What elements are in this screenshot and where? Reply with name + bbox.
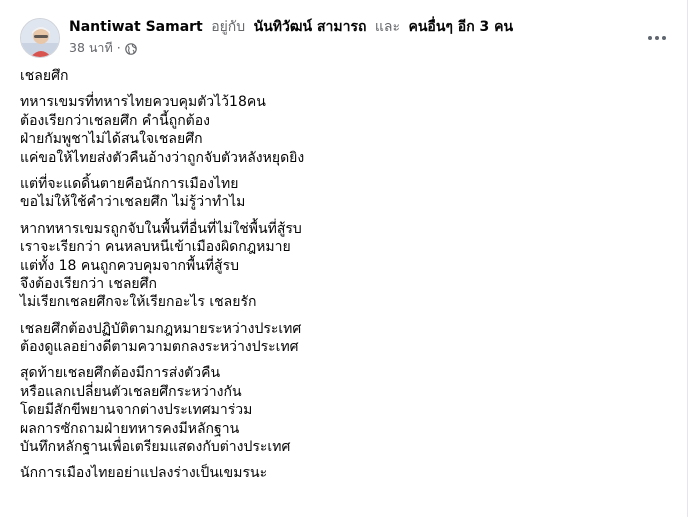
post-text-line: หากทหารเขมรถูกจับในพื้นที่อื่นที่ไม่ใช่พ… xyxy=(20,220,302,237)
post-text-line: ทหารเขมรที่ทหารไทยควบคุมตัวไว้18คน xyxy=(20,94,266,111)
post-text-line: หรือแลกเปลี่ยนตัวเชลยศึกระหว่างกัน xyxy=(20,383,242,400)
post-text-line: แค่ขอให้ไทยส่งตัวคืนอ้างว่าถูกจับตัวหลัง… xyxy=(20,149,305,166)
post-paragraph: หากทหารเขมรถูกจับในพื้นที่อื่นที่ไม่ใช่พ… xyxy=(20,220,667,312)
post-text-line: ขอไม่ให้ใช้คำว่าเชลยศึก ไม่รู้ว่าทำไม xyxy=(20,194,246,211)
post-paragraph: เชลยศึกต้องปฏิบัติตามกฎหมายระหว่างประเทศ… xyxy=(20,320,667,357)
tagged-others[interactable]: คนอื่นๆ อีก 3 คน xyxy=(408,19,513,35)
post-text-line: ต้องเรียกว่าเชลยศึก คำนี้ถูกต้อง xyxy=(20,112,211,129)
post-paragraph: แต่ที่จะแดดิ้นตายคือนักการเมืองไทยขอไม่ใ… xyxy=(20,175,667,212)
post-meta: 38 นาที · xyxy=(69,39,137,56)
post-text-line: ฝ่ายกัมพูชาไม่ได้สนใจเชลยศึก xyxy=(20,131,203,148)
post-text-line: บันทึกหลักฐานเพื่อเตรียมแสดงกับต่างประเท… xyxy=(20,439,291,456)
post-text-line: แต่ที่จะแดดิ้นตายคือนักการเมืองไทย xyxy=(20,175,239,192)
post-text-line: โดยมีสักขีพยานจากต่างประเทศมาร่วม xyxy=(20,402,253,419)
post-text-line: ต้องดูแลอย่างดีตามความตกลงระหว่างประเทศ xyxy=(20,339,299,356)
post-body: เชลยศึกทหารเขมรที่ทหารไทยควบคุมตัวไว้18ค… xyxy=(20,67,667,491)
meta-separator: · xyxy=(116,40,121,55)
post-text-line: เชลยศึก xyxy=(20,68,69,84)
post-paragraph: เชลยศึก xyxy=(20,67,667,85)
author-line: Nantiwat Samart อยู่กับ นันทิวัฒน์ สามาร… xyxy=(69,18,513,37)
post-text-line: เชลยศึกต้องปฏิบัติตามกฎหมายระหว่างประเทศ xyxy=(20,320,302,337)
author-name[interactable]: Nantiwat Samart xyxy=(69,19,203,35)
post-paragraph: สุดท้ายเชลยศึกต้องมีการส่งตัวคืน หรือแลกเ… xyxy=(20,364,667,456)
post-text-line: ผลการซักถามฝ่ายทหารคงมีหลักฐาน xyxy=(20,420,240,437)
globe-icon[interactable] xyxy=(124,42,137,55)
post-text-line: ไม่เรียกเชลยศึกจะให้เรียกอะไร เชลยรัก xyxy=(20,294,257,311)
author-avatar[interactable] xyxy=(20,18,60,58)
post-text-line: นักการเมืองไทยอย่าแปลงร่างเป็นเขมรนะ xyxy=(20,465,268,482)
post-card: Nantiwat Samart อยู่กับ นันทิวัฒน์ สามาร… xyxy=(0,0,688,517)
post-paragraph: ทหารเขมรที่ทหารไทยควบคุมตัวไว้18คน ต้องเร… xyxy=(20,93,667,167)
and-text: และ xyxy=(374,19,401,35)
avatar-image xyxy=(21,19,59,57)
with-text: อยู่กับ xyxy=(211,19,246,35)
post-text-line: แต่ทั้ง 18 คนถูกควบคุมจากพื้นที่สู้รบ xyxy=(20,257,240,274)
more-options-icon xyxy=(648,36,652,40)
post-text-line: สุดท้ายเชลยศึกต้องมีการส่งตัวคืน xyxy=(20,365,221,382)
post-header: Nantiwat Samart อยู่กับ นันทิวัฒน์ สามาร… xyxy=(20,14,667,60)
more-options-button[interactable] xyxy=(639,20,675,56)
post-text-line: จึงต้องเรียกว่า เชลยศึก xyxy=(20,275,157,292)
post-timestamp[interactable]: 38 นาที xyxy=(69,39,113,56)
tagged-person[interactable]: นันทิวัฒน์ สามารถ xyxy=(254,19,367,35)
post-paragraph: นักการเมืองไทยอย่าแปลงร่างเป็นเขมรนะ xyxy=(20,464,667,482)
post-text-line: เราจะเรียกว่า คนหลบหนีเข้าเมืองผิดกฎหมาย xyxy=(20,239,291,256)
